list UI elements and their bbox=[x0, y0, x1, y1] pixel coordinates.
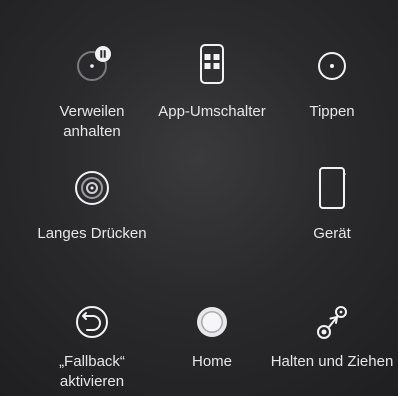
long-press-label: Langes Drücken bbox=[37, 225, 147, 242]
dwell-pause-button[interactable]: Verweilen anhalten bbox=[26, 40, 158, 150]
device-button[interactable]: Gerät bbox=[266, 164, 398, 254]
app-switcher-button[interactable]: App-Umschalter bbox=[146, 40, 278, 130]
fallback-icon bbox=[70, 300, 114, 344]
fallback-label-line1: „Fallback“ bbox=[59, 353, 125, 370]
app-switcher-icon bbox=[190, 42, 234, 86]
tap-label: Tippen bbox=[309, 103, 355, 120]
tap-icon bbox=[310, 42, 354, 86]
device-label: Gerät bbox=[313, 225, 351, 242]
dwell-pause-label-line1: Verweilen bbox=[59, 103, 125, 120]
hold-drag-button[interactable]: Halten und Ziehen bbox=[266, 298, 398, 378]
dwell-pause-label-line2: anhalten bbox=[63, 123, 121, 140]
app-switcher-label: App-Umschalter bbox=[158, 103, 266, 120]
home-icon bbox=[190, 300, 234, 344]
dwell-pause-icon bbox=[70, 42, 114, 86]
hold-drag-label: Halten und Ziehen bbox=[270, 353, 394, 370]
long-press-button[interactable]: Langes Drücken bbox=[26, 164, 158, 254]
hold-drag-icon bbox=[310, 300, 354, 344]
fallback-button[interactable]: „Fallback“ aktivieren bbox=[26, 298, 158, 394]
home-button[interactable]: Home bbox=[146, 298, 278, 378]
fallback-label-line2: aktivieren bbox=[59, 373, 125, 390]
tap-button[interactable]: Tippen bbox=[266, 40, 398, 130]
device-icon bbox=[310, 166, 354, 210]
assistive-touch-menu: Verweilen anhalten App-Umschalter Tippen… bbox=[0, 0, 398, 396]
home-label: Home bbox=[191, 353, 232, 370]
long-press-icon bbox=[70, 166, 114, 210]
